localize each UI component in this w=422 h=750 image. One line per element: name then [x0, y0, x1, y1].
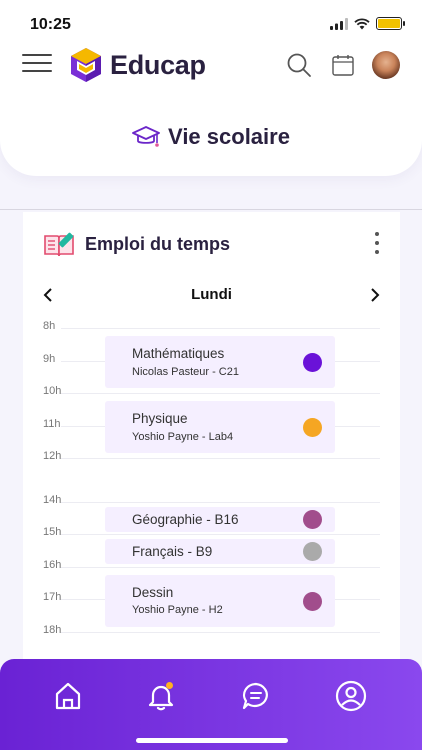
home-indicator [136, 738, 288, 743]
hour-line [61, 632, 380, 633]
page-title: Vie scolaire [168, 124, 290, 149]
event-mathematiques[interactable]: Mathématiques Nicolas Pasteur - C21 [105, 336, 335, 388]
event-subtitle: Yoshio Payne - Lab4 [132, 431, 234, 443]
wifi-icon [354, 17, 370, 29]
page-heading: Vie scolaire [0, 124, 422, 150]
event-title: Mathématiques [132, 346, 225, 361]
bell-icon[interactable] [144, 679, 178, 713]
graduation-cap-icon [132, 126, 160, 147]
profile-icon[interactable] [334, 679, 368, 713]
top-bar: Educap [0, 44, 422, 88]
event-color-dot [303, 418, 322, 437]
event-subtitle: Yoshio Payne - H2 [132, 604, 223, 616]
status-bar: 10:25 [0, 0, 422, 44]
event-title: Dessin [132, 585, 174, 600]
hour-line [61, 534, 380, 535]
hour-label: 17h [43, 591, 62, 603]
event-geographie[interactable]: Géographie - B16 [105, 507, 335, 532]
schedule-header: Emploi du temps [43, 230, 230, 258]
hour-line [61, 458, 380, 459]
schedule-title: Emploi du temps [85, 233, 231, 254]
chat-icon[interactable] [239, 679, 273, 713]
app-logo: Educap [68, 46, 206, 84]
event-title: Physique [132, 411, 188, 426]
hour-label: 15h [43, 526, 62, 538]
logo-cube-icon [71, 48, 101, 82]
hour-line [61, 567, 380, 568]
hour-label: 8h [43, 320, 56, 332]
day-label: Lundi [191, 286, 232, 303]
event-dessin[interactable]: Dessin Yoshio Payne - H2 [105, 575, 335, 627]
event-physique[interactable]: Physique Yoshio Payne - Lab4 [105, 401, 335, 453]
event-title: Français - B9 [132, 544, 213, 559]
book-pencil-icon [44, 232, 74, 257]
hour-label: 9h [43, 353, 56, 365]
top-actions [284, 50, 400, 80]
hour-label: 16h [43, 559, 62, 571]
day-navigation: Lundi [23, 284, 400, 306]
hour-label: 18h [43, 624, 62, 636]
menu-icon[interactable] [22, 54, 52, 76]
signal-icon [330, 17, 348, 30]
schedule-card: Emploi du temps Lundi 8h 9h 10h 11h 12h … [23, 212, 400, 682]
hour-label: 11h [43, 418, 61, 430]
event-title: Géographie - B16 [132, 512, 239, 527]
avatar[interactable] [372, 51, 400, 79]
chevron-right-icon[interactable] [366, 286, 384, 304]
hour-line [61, 502, 380, 503]
status-icons [330, 17, 405, 30]
header-divider [0, 209, 422, 210]
search-icon[interactable] [284, 50, 314, 80]
hour-line [61, 393, 380, 394]
status-time: 10:25 [30, 16, 71, 33]
calendar-icon[interactable] [328, 50, 358, 80]
hour-label: 10h [43, 385, 62, 397]
hour-line [61, 328, 380, 329]
hour-label: 12h [43, 450, 62, 462]
battery-icon [376, 17, 405, 30]
event-color-dot [303, 353, 322, 372]
timeline: 8h 9h 10h 11h 12h 14h 15h 16h 17h 18h Ma… [23, 316, 400, 646]
notification-badge [166, 682, 173, 689]
hour-label: 14h [43, 494, 62, 506]
home-icon[interactable] [51, 679, 85, 713]
event-subtitle: Nicolas Pasteur - C21 [132, 366, 239, 378]
event-color-dot [303, 510, 322, 529]
more-options-icon[interactable] [372, 232, 382, 254]
app-name: Educap [110, 49, 206, 80]
event-color-dot [303, 542, 322, 561]
bottom-navigation [0, 659, 422, 750]
event-color-dot [303, 592, 322, 611]
event-francais[interactable]: Français - B9 [105, 539, 335, 564]
